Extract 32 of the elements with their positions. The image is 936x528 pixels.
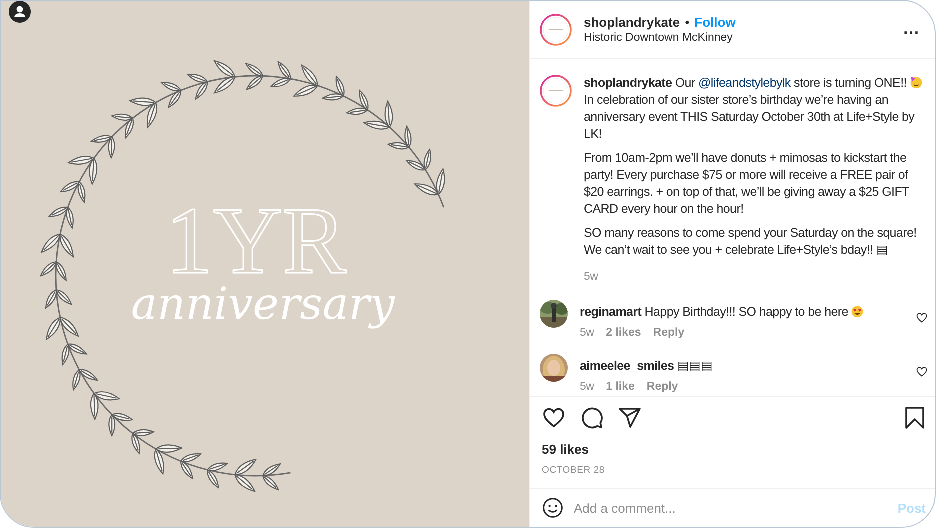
post-date: OCTOBER 28 bbox=[542, 465, 606, 476]
user-icon[interactable] bbox=[9, 1, 31, 23]
follow-button[interactable]: Follow bbox=[694, 15, 736, 30]
likes-count[interactable]: 2 likes bbox=[606, 326, 642, 340]
timestamp: 5w bbox=[580, 326, 594, 340]
caption-text: From 10am-2pm we’ll have donuts + mimosas to kickstart the party! Every purchase $75 or more will receive a FREE pair of $20 earrings. + on top of that, we’ll be giving away a $25 GIFT CARD every hour on the hour! bbox=[584, 150, 910, 218]
reply-button[interactable]: Reply bbox=[646, 380, 678, 394]
like-icon[interactable] bbox=[916, 312, 928, 324]
emoji-icon[interactable] bbox=[542, 497, 564, 519]
caption-text: shoplandrykate Our @lifeandstylebylk store is turning ONE!! In celebration of our sister store’s birthday we’re having an anniversary event THIS Saturday October 30th at Life+Style by LK! bbox=[584, 75, 928, 143]
comment-text: aimeelee_smiles ▤▤▤ bbox=[580, 358, 714, 375]
reply-button[interactable]: Reply bbox=[653, 326, 685, 340]
profile-avatar[interactable] bbox=[540, 14, 572, 46]
like-icon[interactable] bbox=[916, 366, 928, 378]
more-button[interactable]: ... bbox=[902, 22, 922, 36]
separator-dot: • bbox=[685, 15, 690, 30]
send-icon[interactable] bbox=[618, 406, 642, 430]
caption-text: SO many reasons to come spend your Saturday on the square! We can’t wait to see you + celebrate Life+Style’s bday!! ▤ bbox=[584, 225, 918, 259]
username-link[interactable]: shoplandrykate bbox=[584, 15, 680, 30]
bookmark-icon[interactable] bbox=[904, 406, 926, 430]
location-link[interactable]: Historic Downtown McKinney bbox=[584, 32, 890, 44]
mention-link[interactable]: @lifeandstylebylk bbox=[698, 76, 791, 90]
timestamp: 5w bbox=[580, 380, 594, 394]
profile-avatar[interactable] bbox=[540, 75, 572, 107]
comment-text: reginamart Happy Birthday!!! SO happy to be here bbox=[580, 304, 904, 321]
likes-count[interactable]: 1 like bbox=[606, 380, 635, 394]
timestamp: 5w bbox=[584, 271, 598, 283]
party-face-icon bbox=[910, 76, 923, 89]
comment-icon[interactable] bbox=[580, 406, 604, 430]
like-icon[interactable] bbox=[542, 406, 566, 430]
comment-field[interactable]: Add a comment... bbox=[574, 500, 888, 516]
likes-count[interactable]: 59 likes bbox=[542, 442, 926, 457]
